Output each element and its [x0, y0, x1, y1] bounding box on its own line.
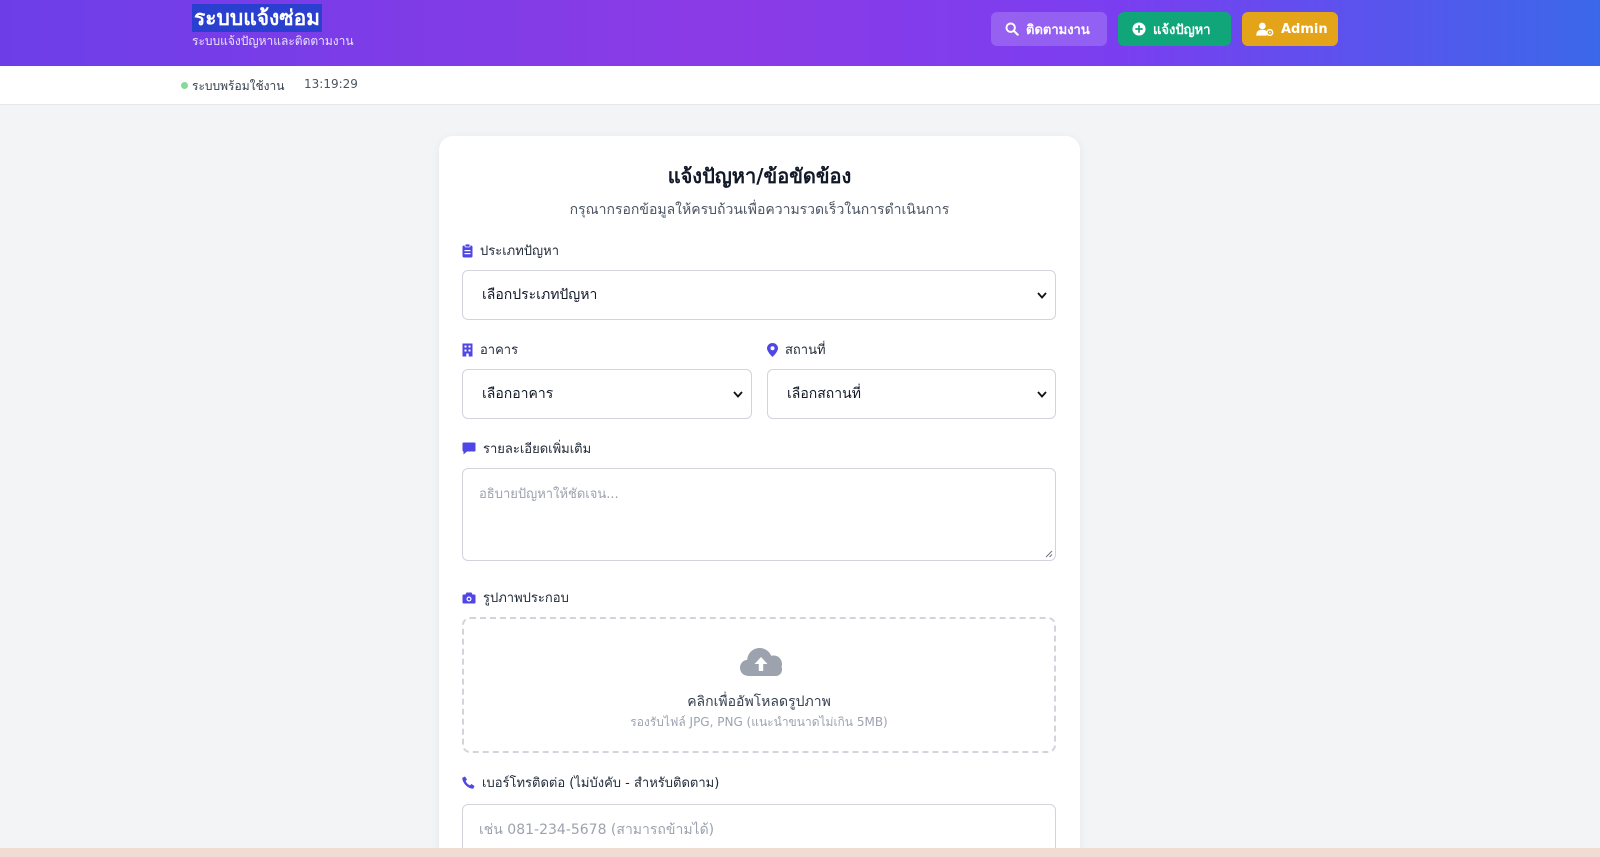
- form-subtitle: กรุณากรอกข้อมูลให้ครบถ้วนเพื่อความรวดเร็…: [569, 202, 950, 218]
- bottom-strip: [0, 848, 1600, 857]
- admin-label: Admin: [1281, 21, 1328, 37]
- details-label: รายละเอียดเพิ่มเติม: [462, 438, 591, 459]
- plus-circle-icon: [1132, 22, 1146, 36]
- resize-handle-icon[interactable]: [1044, 549, 1053, 558]
- building-icon: [462, 343, 473, 356]
- phone-icon: [462, 776, 475, 789]
- brand[interactable]: ระบบแจ้งซ่อม ระบบแจ้งปัญหาและติดตามงาน: [192, 4, 354, 49]
- building-label: อาคาร: [462, 339, 518, 360]
- top-navbar: ระบบแจ้งซ่อม ระบบแจ้งปัญหาและติดตามงาน ต…: [0, 0, 1600, 66]
- building-value: เลือกอาคาร: [482, 386, 554, 402]
- app-title: ระบบแจ้งซ่อม: [192, 4, 323, 32]
- search-icon: [1005, 22, 1019, 36]
- user-gear-icon: [1256, 22, 1274, 36]
- upload-file-hint: รองรับไฟล์ JPG, PNG (แนะนำขนาดไม่เกิน 5M…: [630, 715, 888, 729]
- track-jobs-label: ติดตามงาน: [1026, 22, 1090, 38]
- track-jobs-button[interactable]: ติดตามงาน: [991, 12, 1107, 46]
- phone-placeholder: เช่น 081-234-5678 (สามารถข้ามได้): [479, 822, 715, 838]
- report-problem-button[interactable]: แจ้งปัญหา: [1118, 12, 1231, 46]
- photo-label: รูปภาพประกอบ: [462, 587, 569, 608]
- form-title: แจ้งปัญหา/ข้อขัดข้อง: [667, 164, 852, 188]
- status-bar: ระบบพร้อมใช้งาน 13:19:29: [0, 66, 1600, 105]
- upload-instruction: คลิกเพื่ออัพโหลดรูปภาพ: [687, 694, 831, 710]
- problem-type-label: ประเภทปัญหา: [462, 240, 559, 261]
- chevron-down-icon: [1037, 291, 1047, 299]
- comment-icon: [462, 442, 476, 455]
- clipboard-icon: [462, 243, 473, 257]
- camera-icon: [462, 592, 476, 603]
- location-value: เลือกสถานที่: [787, 386, 861, 402]
- details-label-text: รายละเอียดเพิ่มเติม: [483, 442, 592, 457]
- phone-label: เบอร์โทรติดต่อ (ไม่บังคับ - สำหรับติดตาม…: [462, 772, 719, 793]
- report-form-card: แจ้งปัญหา/ข้อขัดข้อง กรุณากรอกข้อมูลให้ค…: [439, 136, 1080, 857]
- problem-type-select[interactable]: เลือกประเภทปัญหา: [462, 270, 1056, 320]
- phone-input[interactable]: เช่น 081-234-5678 (สามารถข้ามได้): [462, 804, 1056, 854]
- chevron-down-icon: [1037, 390, 1047, 398]
- report-problem-label: แจ้งปัญหา: [1153, 22, 1211, 38]
- chevron-down-icon: [733, 390, 743, 398]
- location-label: สถานที่: [767, 339, 826, 360]
- building-select[interactable]: เลือกอาคาร: [462, 369, 752, 419]
- phone-label-text: เบอร์โทรติดต่อ (ไม่บังคับ - สำหรับติดตาม…: [482, 776, 720, 791]
- admin-button[interactable]: Admin: [1242, 12, 1338, 46]
- cloud-upload-icon: [740, 648, 782, 676]
- system-status-text: ระบบพร้อมใช้งาน: [192, 79, 285, 93]
- map-pin-icon: [767, 342, 778, 357]
- app-subtitle: ระบบแจ้งปัญหาและติดตามงาน: [192, 34, 354, 48]
- photo-upload-dropzone[interactable]: คลิกเพื่ออัพโหลดรูปภาพ รองรับไฟล์ JPG, P…: [462, 617, 1056, 753]
- problem-type-value: เลือกประเภทปัญหา: [482, 287, 598, 303]
- details-placeholder: อธิบายปัญหาให้ชัดเจน...: [479, 487, 619, 502]
- problem-type-label-text: ประเภทปัญหา: [480, 244, 559, 259]
- details-textarea[interactable]: อธิบายปัญหาให้ชัดเจน...: [462, 468, 1056, 561]
- photo-label-text: รูปภาพประกอบ: [483, 591, 569, 606]
- location-label-text: สถานที่: [785, 343, 826, 358]
- building-label-text: อาคาร: [480, 343, 519, 358]
- status-indicator: [181, 82, 188, 89]
- current-time: 13:19:29: [304, 77, 358, 91]
- location-select[interactable]: เลือกสถานที่: [767, 369, 1056, 419]
